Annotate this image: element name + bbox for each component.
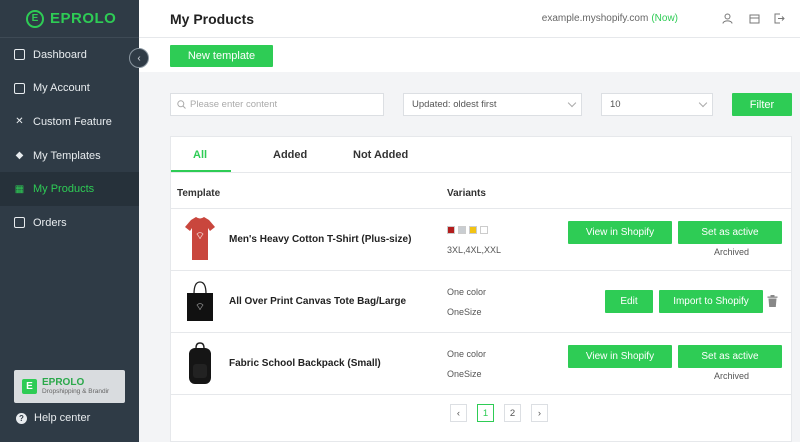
color-swatch [458,226,466,234]
cube-icon: ◆ [15,150,24,162]
user-icon[interactable] [721,12,733,24]
variant-color: One color [447,349,487,359]
header: My Products example.myshopify.com (Now) [139,0,800,38]
tab-not-added[interactable]: Not Added [353,149,408,161]
edit-button[interactable]: Edit [605,290,653,313]
sidebar-item-custom-feature[interactable]: ✕ Custom Feature [0,105,139,139]
page-1-button[interactable]: 1 [477,404,494,422]
logo-text: EPROLO [50,10,117,27]
sort-select[interactable]: Updated: oldest first [403,93,582,116]
store-icon[interactable] [748,12,760,24]
tshirt-thumbnail [185,217,215,260]
tools-icon: ✕ [15,116,24,128]
tote-bag-thumbnail [187,281,213,321]
logo[interactable]: E EPROLO [0,0,139,38]
view-in-shopify-button[interactable]: View in Shopify [568,345,672,368]
page-2-button[interactable]: 2 [504,404,521,422]
brand-subtitle: Dropshipping & Brandir [42,388,110,395]
trash-icon[interactable] [767,295,778,307]
set-as-active-button[interactable]: Set as active [678,221,782,244]
color-swatch [469,226,477,234]
status-label: Archived [714,247,750,257]
brand-logo-icon: E [22,379,37,394]
orders-icon [14,217,25,229]
shop-url[interactable]: example.myshopify.com (Now) [542,13,678,24]
chevron-down-icon [698,98,708,108]
sidebar-item-label: Orders [33,216,67,229]
variant-size: OneSize [447,307,482,317]
product-name[interactable]: Men's Heavy Cotton T-Shirt (Plus-size) [229,234,411,245]
table-row: Men's Heavy Cotton T-Shirt (Plus-size) 3… [171,209,791,271]
brand-name: EPROLO [42,377,85,388]
tabs: All Added Not Added [171,137,791,173]
pagination: ‹ 1 2 › [171,404,791,424]
help-icon: ? [16,412,27,424]
next-page-button[interactable]: › [531,404,548,422]
page-size-select[interactable]: 10 [601,93,713,116]
search-placeholder: Please enter content [190,99,278,110]
active-tab-indicator [171,170,231,172]
tab-added[interactable]: Added [273,149,307,161]
sidebar-item-label: My Products [33,183,95,196]
import-to-shopify-button[interactable]: Import to Shopify [659,290,763,313]
filter-button[interactable]: Filter [732,93,792,116]
sidebar-item-dashboard[interactable]: Dashboard [0,38,139,72]
page-title: My Products [170,10,255,27]
sidebar-item-orders[interactable]: Orders [0,206,139,240]
logo-mark-icon: E [26,9,44,28]
search-input[interactable]: Please enter content [170,93,384,116]
products-panel: All Added Not Added Template Variants Me… [170,136,792,442]
backpack-thumbnail [189,342,211,384]
help-center-label: Help center [34,412,91,424]
toolbar: New template [139,38,800,72]
color-swatch [447,226,455,234]
table-row: Fabric School Backpack (Small) One color… [171,333,791,395]
brand-card[interactable]: E EPROLO Dropshipping & Brandir [14,370,125,403]
dashboard-icon [14,49,25,61]
help-center-link[interactable]: ? Help center [16,412,90,424]
tab-all[interactable]: All [193,149,207,161]
chevron-left-icon: ‹ [137,52,141,64]
status-label: Archived [714,371,750,381]
sort-value: Updated: oldest first [412,99,497,110]
color-swatch [480,226,488,234]
brand-text: EPROLO Dropshipping & Brandir [42,377,109,396]
table-row: All Over Print Canvas Tote Bag/Large One… [171,271,791,333]
sidebar-item-label: Custom Feature [33,115,112,128]
logout-icon[interactable] [773,12,785,24]
set-as-active-button[interactable]: Set as active [678,345,782,368]
variant-sizes: 3XL,4XL,XXL [447,245,502,255]
view-in-shopify-button[interactable]: View in Shopify [568,221,672,244]
variant-color: One color [447,287,487,297]
product-name[interactable]: All Over Print Canvas Tote Bag/Large [229,296,406,307]
sidebar-item-my-templates[interactable]: ◆ My Templates [0,139,139,173]
account-icon [14,82,25,94]
variant-size: OneSize [447,369,482,379]
new-template-button[interactable]: New template [170,45,273,67]
variant-swatches [447,226,488,234]
table-header: Template Variants [171,173,791,209]
sidebar-nav: Dashboard My Account ✕ Custom Feature ◆ … [0,38,139,240]
page-size-value: 10 [610,99,621,110]
collapse-sidebar-button[interactable]: ‹ [129,48,149,68]
shop-url-text: example.myshopify.com [541,13,649,24]
sidebar-item-my-products[interactable]: ▦ My Products [0,172,139,206]
sidebar-item-label: My Account [33,82,90,95]
prev-page-button[interactable]: ‹ [450,404,467,422]
column-header-variants: Variants [447,188,486,199]
sidebar-item-my-account[interactable]: My Account [0,72,139,106]
product-name[interactable]: Fabric School Backpack (Small) [229,358,381,369]
search-icon [177,100,186,109]
sidebar-item-label: Dashboard [33,48,87,61]
sidebar-item-label: My Templates [33,149,101,162]
column-header-template: Template [177,188,221,199]
chevron-down-icon [567,98,577,108]
products-icon: ▦ [14,183,25,195]
sidebar: E EPROLO Dashboard My Account ✕ Custom F… [0,0,139,442]
shop-status: (Now) [651,13,678,24]
